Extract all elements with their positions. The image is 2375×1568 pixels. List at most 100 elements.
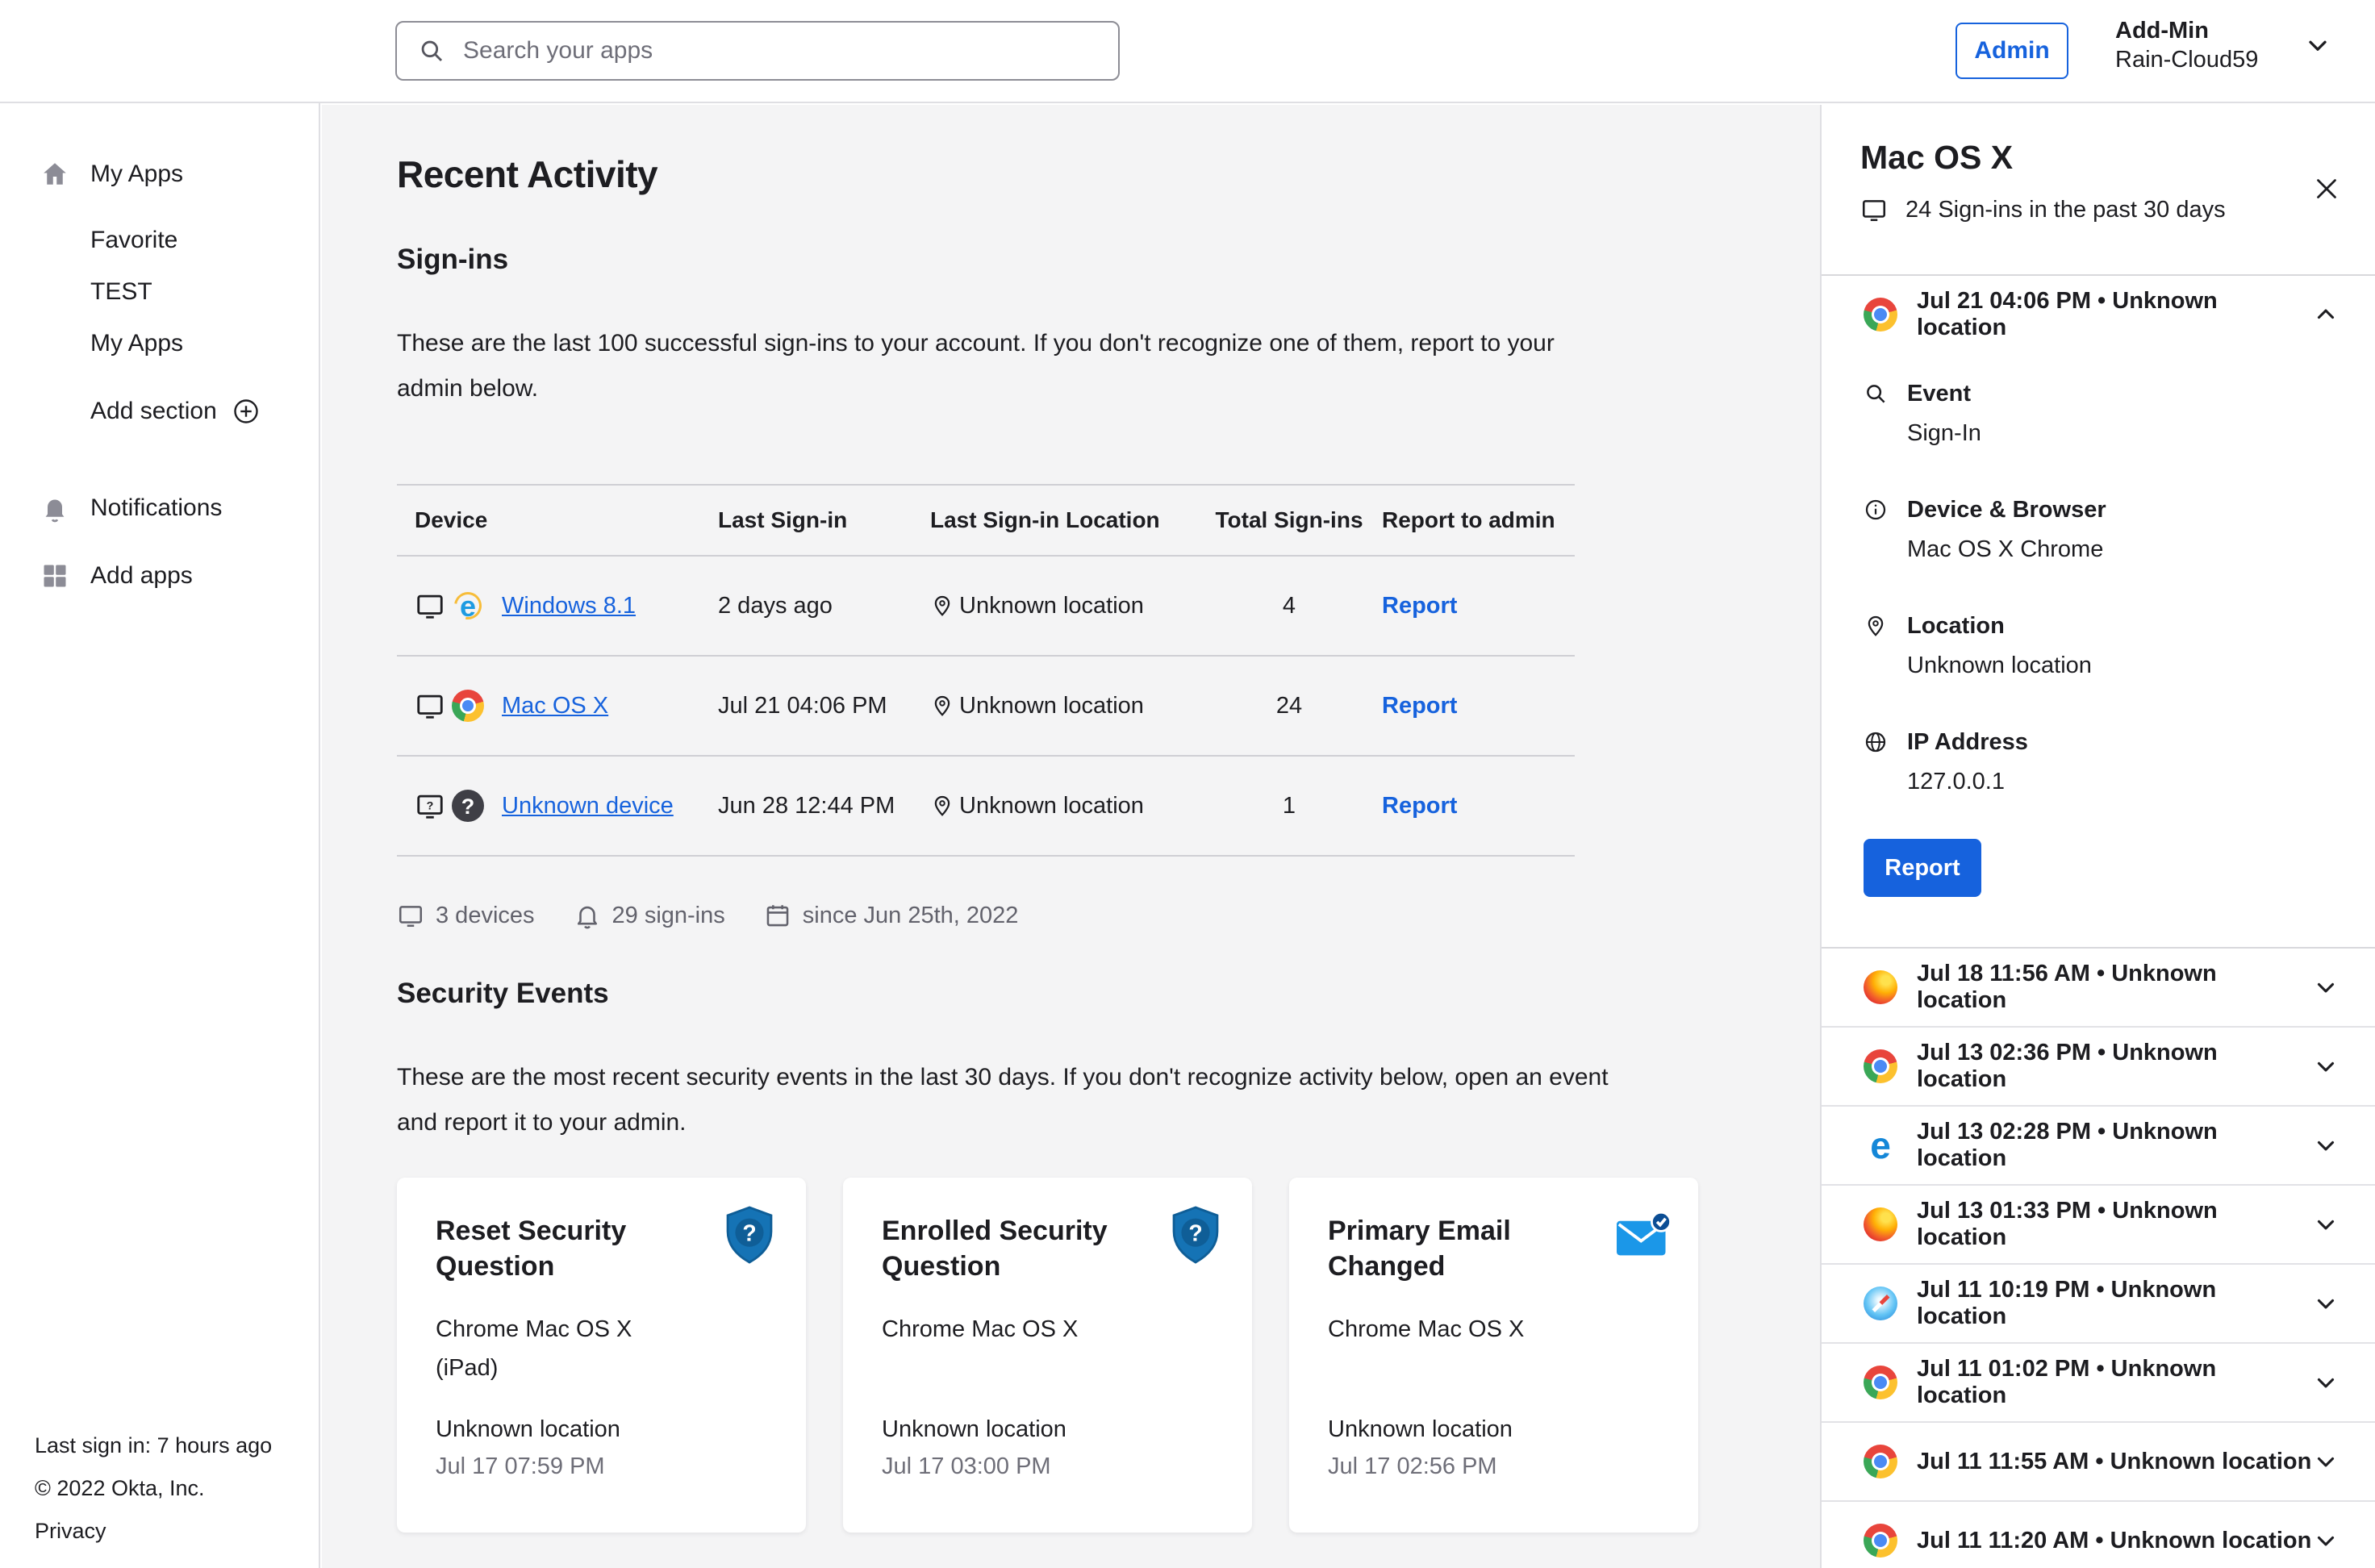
location-value: Unknown location bbox=[959, 793, 1144, 819]
signins-table: Device Last Sign-in Last Sign-in Locatio… bbox=[397, 484, 1575, 857]
signin-entry-list: Jul 18 11:56 AM • Unknown location Jul 1… bbox=[1822, 947, 2375, 1568]
signin-entry[interactable]: Jul 11 11:55 AM • Unknown location bbox=[1822, 1423, 2375, 1502]
page-title: Recent Activity bbox=[397, 153, 1782, 195]
signin-entry[interactable]: Jul 11 10:19 PM • Unknown location bbox=[1822, 1265, 2375, 1344]
event-time: Jul 17 02:56 PM bbox=[1328, 1453, 1497, 1480]
app-search[interactable] bbox=[395, 21, 1120, 81]
table-row: e Windows 8.1 2 days ago Unknown locatio… bbox=[397, 557, 1575, 657]
info-icon bbox=[1864, 498, 1888, 522]
grid-icon bbox=[40, 561, 69, 590]
device-link[interactable]: Unknown device bbox=[502, 793, 674, 819]
sidebar-item-notifications[interactable]: Notifications bbox=[0, 482, 319, 534]
chrome-icon bbox=[1864, 1366, 1897, 1399]
signin-entry[interactable]: Jul 11 01:02 PM • Unknown location bbox=[1822, 1344, 2375, 1423]
monitor-icon bbox=[415, 690, 445, 721]
signin-entry[interactable]: e Jul 13 02:28 PM • Unknown location bbox=[1822, 1107, 2375, 1186]
detail-field-device-browser: Device & Browser Mac OS X Chrome bbox=[1864, 490, 2336, 569]
chrome-icon bbox=[1864, 298, 1897, 332]
search-input[interactable] bbox=[463, 37, 1097, 65]
edge-icon: e bbox=[1864, 1128, 1897, 1162]
chevron-down-icon[interactable] bbox=[2312, 1448, 2340, 1475]
signin-entry[interactable]: Jul 13 02:36 PM • Unknown location bbox=[1822, 1028, 2375, 1107]
chrome-icon bbox=[1864, 1524, 1897, 1558]
close-icon[interactable] bbox=[2312, 174, 2341, 203]
mail-check-icon bbox=[1614, 1205, 1669, 1265]
location-value: Unknown location bbox=[959, 693, 1144, 719]
last-signin-value: 2 days ago bbox=[718, 593, 930, 619]
col-total: Total Sign-ins bbox=[1196, 507, 1382, 533]
user-name: Add-Min Rain-Cloud59 bbox=[2115, 16, 2258, 74]
sidebar-item-favorite[interactable]: Favorite bbox=[0, 215, 319, 266]
event-location: Unknown location bbox=[1328, 1416, 1513, 1443]
user-name-line1: Add-Min bbox=[2115, 16, 2258, 45]
chevron-down-icon[interactable] bbox=[2312, 1211, 2340, 1238]
privacy-link[interactable]: Privacy bbox=[35, 1510, 272, 1553]
location-pin-icon bbox=[930, 694, 954, 718]
sidebar-item-label: Notifications bbox=[90, 494, 222, 522]
chevron-down-icon[interactable] bbox=[2312, 1053, 2340, 1080]
panel-subtitle: 24 Sign-ins in the past 30 days bbox=[1860, 196, 2336, 223]
chevron-down-icon[interactable] bbox=[2312, 1369, 2340, 1396]
panel-title: Mac OS X bbox=[1860, 139, 2336, 177]
since-date: since Jun 25th, 2022 bbox=[764, 902, 1019, 929]
chrome-icon bbox=[1864, 1049, 1897, 1083]
sidebar-item-my-apps-2[interactable]: My Apps bbox=[0, 318, 319, 369]
sidebar-nav: My Apps Favorite TEST My Apps Add sectio… bbox=[0, 103, 319, 602]
detail-field-event: Event Sign-In bbox=[1864, 374, 2336, 453]
event-agent: Chrome Mac OS X (iPad) bbox=[436, 1310, 767, 1387]
sidebar-item-test[interactable]: TEST bbox=[0, 266, 319, 318]
device-link[interactable]: Windows 8.1 bbox=[502, 593, 636, 619]
report-button[interactable]: Report bbox=[1864, 839, 1981, 897]
internet-explorer-icon: e bbox=[452, 590, 484, 622]
bell-icon bbox=[574, 902, 601, 929]
chevron-down-icon[interactable] bbox=[2312, 974, 2340, 1001]
chrome-icon bbox=[1864, 1445, 1897, 1478]
event-agent: Chrome Mac OS X bbox=[1328, 1310, 1659, 1349]
security-events-heading: Security Events bbox=[397, 976, 1782, 1011]
sidebar-item-add-section[interactable]: Add section bbox=[0, 386, 319, 437]
bell-icon bbox=[40, 494, 69, 523]
table-header-row: Device Last Sign-in Last Sign-in Locatio… bbox=[397, 486, 1575, 557]
chevron-down-icon[interactable] bbox=[2312, 1290, 2340, 1317]
user-menu[interactable]: Add-Min Rain-Cloud59 bbox=[2115, 16, 2332, 74]
security-event-card[interactable]: Primary Email Changed Chrome Mac OS X Un… bbox=[1289, 1178, 1698, 1533]
signins-heading: Sign-ins bbox=[397, 242, 1782, 277]
topbar: Admin Add-Min Rain-Cloud59 bbox=[0, 0, 2375, 103]
event-location: Unknown location bbox=[436, 1416, 620, 1443]
copyright-text: © 2022 Okta, Inc. bbox=[35, 1467, 272, 1510]
chevron-down-icon[interactable] bbox=[2312, 1527, 2340, 1554]
admin-button[interactable]: Admin bbox=[1956, 23, 2068, 79]
sidebar-item-label: My Apps bbox=[90, 161, 183, 188]
monitor-icon bbox=[415, 590, 445, 621]
report-link[interactable]: Report bbox=[1382, 593, 1457, 619]
signin-entry[interactable]: Jul 11 11:20 AM • Unknown location bbox=[1822, 1502, 2375, 1568]
chevron-down-icon[interactable] bbox=[2312, 1132, 2340, 1159]
chevron-up-icon[interactable] bbox=[2312, 301, 2340, 328]
report-link[interactable]: Report bbox=[1382, 793, 1457, 819]
devices-count: 3 devices bbox=[397, 902, 535, 929]
panel-header: Mac OS X 24 Sign-ins in the past 30 days bbox=[1822, 105, 2375, 276]
device-link[interactable]: Mac OS X bbox=[502, 693, 608, 719]
sidebar-item-add-apps[interactable]: Add apps bbox=[0, 550, 319, 602]
shield-question-icon bbox=[722, 1205, 777, 1265]
detail-field-ip: IP Address 127.0.0.1 bbox=[1864, 723, 2336, 802]
signin-entry[interactable]: Jul 18 11:56 AM • Unknown location bbox=[1822, 949, 2375, 1028]
signin-entry-expanded[interactable]: Jul 21 04:06 PM • Unknown location bbox=[1822, 276, 2375, 353]
sidebar-item-my-apps[interactable]: My Apps bbox=[0, 148, 319, 200]
report-link[interactable]: Report bbox=[1382, 693, 1457, 719]
last-sign-in-text: Last sign in: 7 hours ago bbox=[35, 1424, 272, 1467]
event-time: Jul 17 03:00 PM bbox=[882, 1453, 1051, 1480]
event-title: Enrolled Security Question bbox=[882, 1213, 1132, 1284]
user-name-line2: Rain-Cloud59 bbox=[2115, 45, 2258, 74]
globe-icon bbox=[1864, 730, 1888, 754]
security-event-card[interactable]: Reset Security Question Chrome Mac OS X … bbox=[397, 1178, 806, 1533]
event-location: Unknown location bbox=[882, 1416, 1066, 1443]
signin-entry[interactable]: Jul 13 01:33 PM • Unknown location bbox=[1822, 1186, 2375, 1265]
firefox-icon bbox=[1864, 1207, 1897, 1241]
last-signin-value: Jul 21 04:06 PM bbox=[718, 693, 930, 719]
security-event-card[interactable]: Enrolled Security Question Chrome Mac OS… bbox=[843, 1178, 1252, 1533]
signins-summary: 3 devices 29 sign-ins since Jun 25th, 20… bbox=[397, 902, 1782, 929]
event-agent: Chrome Mac OS X bbox=[882, 1310, 1213, 1349]
monitor-question-icon bbox=[415, 790, 445, 821]
col-last-signin: Last Sign-in bbox=[718, 507, 930, 533]
